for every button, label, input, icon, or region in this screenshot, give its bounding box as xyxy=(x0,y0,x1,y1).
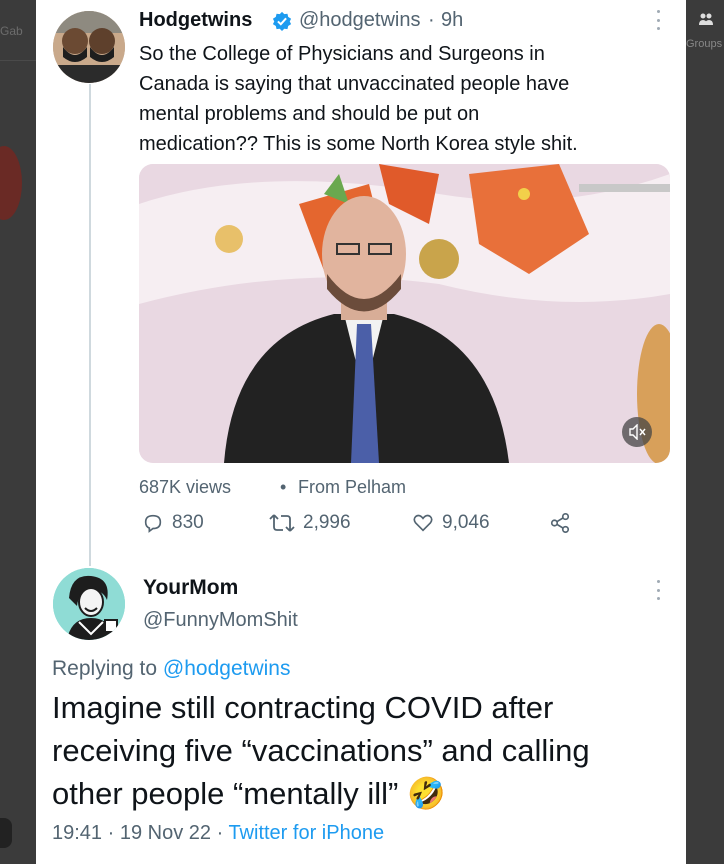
background-bottom-element xyxy=(0,818,12,848)
rofl-emoji: 🤣 xyxy=(406,776,446,811)
reply-date[interactable]: 19 Nov 22 xyxy=(120,822,211,844)
tweet-text-line: So the College of Physicians and Surgeon… xyxy=(139,43,545,65)
thread-connector-line xyxy=(89,84,91,566)
reply-count: 830 xyxy=(172,512,204,533)
people-icon[interactable] xyxy=(698,12,714,28)
reply-text: Imagine still contracting COVID after re… xyxy=(52,686,590,815)
reply-author-name[interactable]: YourMom xyxy=(143,576,238,600)
background-divider xyxy=(0,60,36,61)
retweet-icon xyxy=(269,514,295,532)
tweet-more-options-icon[interactable] xyxy=(655,10,661,30)
background-avatar xyxy=(0,146,22,220)
reply-text-line: receiving five “vaccinations” and callin… xyxy=(52,733,590,768)
replying-to-line: Replying to @hodgetwins xyxy=(52,657,290,681)
reply-text-line-content: other people “mentally ill” xyxy=(52,776,399,811)
tweet-text-line: medication?? This is some North Korea st… xyxy=(139,133,578,155)
video-frame-image xyxy=(139,164,670,463)
tweet-text-line: mental problems and should be put on xyxy=(139,103,480,125)
background-left-panel: Gab xyxy=(0,0,36,864)
tweet-author-handle[interactable]: @hodgetwins xyxy=(299,9,420,32)
reply-meta: 19:41 · 19 Nov 22 · Twitter for iPhone xyxy=(52,822,384,845)
verified-badge-icon xyxy=(272,11,292,31)
like-count: 9,046 xyxy=(442,512,490,533)
reply-source-link[interactable]: Twitter for iPhone xyxy=(228,822,384,844)
background-gab-label: Gab xyxy=(0,24,23,38)
tweet-video[interactable] xyxy=(139,164,670,463)
tweet-author-name[interactable]: Hodgetwins xyxy=(139,9,252,32)
retweet-button[interactable]: 2,996 xyxy=(269,512,351,534)
hodgetwins-avatar[interactable] xyxy=(53,11,125,83)
background-right-panel: Groups xyxy=(686,0,724,864)
reply-text-line: Imagine still contracting COVID after xyxy=(52,690,554,725)
retweet-count: 2,996 xyxy=(303,512,351,533)
video-source[interactable]: From Pelham xyxy=(298,477,406,498)
reply-time[interactable]: 19:41 xyxy=(52,822,102,844)
tweet-time[interactable]: 9h xyxy=(441,9,463,32)
reply-button[interactable]: 830 xyxy=(142,512,204,534)
tweet-text-line: Canada is saying that unvaccinated peopl… xyxy=(139,73,570,95)
tweet-thread-card: Hodgetwins @hodgetwins · 9h So the Colle… xyxy=(36,0,686,864)
share-button[interactable] xyxy=(549,512,579,534)
heart-icon xyxy=(413,514,433,532)
share-icon xyxy=(550,513,570,533)
background-groups-label[interactable]: Groups xyxy=(686,38,722,50)
reply-author-handle[interactable]: @FunnyMomShit xyxy=(143,609,298,632)
meta-separator: · xyxy=(216,822,229,844)
tweet-time-separator: · xyxy=(428,9,435,31)
yourmom-avatar[interactable] xyxy=(53,568,125,640)
reply-more-options-icon[interactable] xyxy=(655,580,661,600)
views-separator: • xyxy=(280,477,287,497)
meta-separator: · xyxy=(107,822,120,844)
replying-to-handle-link[interactable]: @hodgetwins xyxy=(163,657,291,680)
replying-to-label: Replying to xyxy=(52,657,158,680)
video-views: 687K views xyxy=(139,477,232,497)
reply-text-line: other people “mentally ill” 🤣 xyxy=(52,772,590,815)
speaker-mute-icon[interactable] xyxy=(622,417,652,447)
tweet-text: So the College of Physicians and Surgeon… xyxy=(139,39,578,159)
reply-icon xyxy=(144,514,162,533)
like-button[interactable]: 9,046 xyxy=(412,512,490,534)
